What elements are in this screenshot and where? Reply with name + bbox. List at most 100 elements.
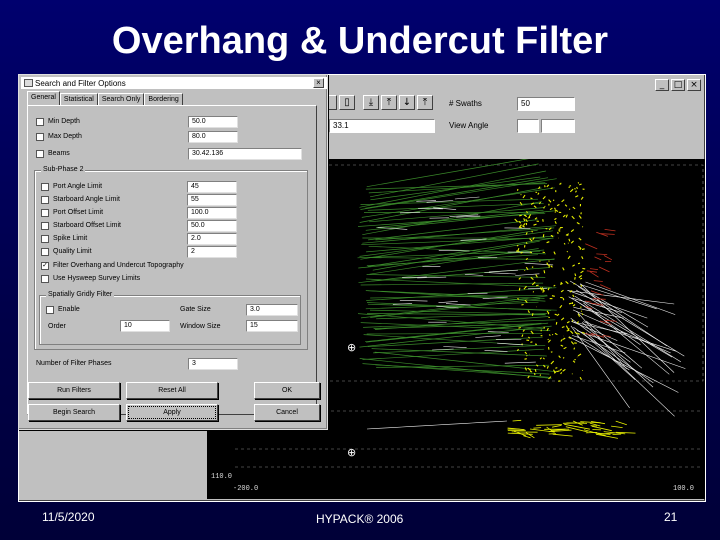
view-angle-label: View Angle xyxy=(449,121,489,130)
yellow-sounding-mark xyxy=(573,347,576,350)
overhang-undercut-checkbox[interactable]: ✓ xyxy=(41,262,49,270)
yellow-sounding-mark xyxy=(524,358,527,360)
outlier-sounding-line xyxy=(573,326,654,384)
port-angle-checkbox[interactable] xyxy=(41,183,49,191)
yellow-sounding-mark xyxy=(546,365,549,369)
yellow-sounding-mark xyxy=(580,284,583,287)
order-input[interactable]: 10 xyxy=(120,320,170,332)
spatially-filter-group: Spatially Gridly Filter Enable Gate Size… xyxy=(39,291,301,345)
yellow-sounding-mark xyxy=(581,331,585,334)
view-angle-input[interactable] xyxy=(517,119,539,133)
toolbar-button-b[interactable]: ▯ xyxy=(339,95,355,110)
yellow-sounding-mark xyxy=(553,251,556,255)
yellow-sounding-mark xyxy=(578,274,583,278)
minimize-button[interactable]: _ xyxy=(655,79,669,91)
arrow-down-icon[interactable]: ↓ xyxy=(399,95,415,110)
max-depth-input[interactable]: 80.0 xyxy=(188,131,238,143)
yellow-sounding-mark xyxy=(553,284,556,287)
yellow-sounding-mark xyxy=(531,313,534,317)
yellow-sounding-mark xyxy=(546,184,550,188)
profile-sounding-mark xyxy=(512,419,522,422)
profile-sounding-mark xyxy=(615,420,627,426)
window-size-input[interactable]: 15 xyxy=(246,320,298,332)
beams-checkbox[interactable] xyxy=(36,150,44,158)
ok-button[interactable]: OK xyxy=(254,382,320,399)
starboard-offset-checkbox[interactable] xyxy=(41,222,49,230)
red-sounding-line xyxy=(586,270,598,273)
beams-input[interactable]: 30.42.136 xyxy=(188,148,302,160)
hysweep-limits-checkbox[interactable] xyxy=(41,275,49,283)
general-tab-panel: Min Depth 50.0 Max Depth 80.0 Beams 30.4… xyxy=(27,105,320,421)
yellow-sounding-mark xyxy=(519,214,522,217)
yellow-sounding-mark xyxy=(555,367,558,369)
yellow-sounding-mark xyxy=(572,264,575,267)
dialog-close-button[interactable]: × xyxy=(313,78,324,88)
white-sounding-line xyxy=(454,196,480,200)
yellow-sounding-mark xyxy=(542,290,545,293)
view-angle-slider[interactable] xyxy=(541,119,575,133)
close-button[interactable]: × xyxy=(687,79,701,91)
maximize-button[interactable]: □ xyxy=(671,79,685,91)
yellow-sounding-mark xyxy=(571,215,575,220)
yellow-sounding-mark xyxy=(558,228,561,230)
yellow-sounding-mark xyxy=(551,295,555,297)
yellow-sounding-mark xyxy=(562,368,566,372)
spike-limit-checkbox[interactable] xyxy=(41,235,49,243)
port-offset-checkbox[interactable] xyxy=(41,209,49,217)
filter-phases-input[interactable]: 3 xyxy=(188,358,238,370)
yellow-sounding-mark xyxy=(556,204,560,207)
starboard-angle-input[interactable]: 55 xyxy=(187,194,237,206)
window-size-label: Window Size xyxy=(180,323,221,330)
max-depth-checkbox[interactable] xyxy=(36,133,44,141)
gate-size-input[interactable]: 3.0 xyxy=(246,304,298,316)
port-offset-input[interactable]: 100.0 xyxy=(187,207,237,219)
reset-all-button[interactable]: Reset All xyxy=(126,382,218,399)
yellow-sounding-mark xyxy=(539,374,542,376)
slide-title: Overhang & Undercut Filter xyxy=(111,20,609,62)
yellow-sounding-mark xyxy=(561,326,565,329)
dialog-titlebar[interactable]: Search and Filter Options × xyxy=(21,77,327,89)
slide-page-number: 21 xyxy=(664,510,678,524)
spatially-enable-checkbox[interactable] xyxy=(46,306,54,314)
sort-down-icon[interactable]: ⤓ xyxy=(363,95,379,110)
starboard-angle-label: Starboard Angle Limit xyxy=(53,196,120,203)
min-depth-input[interactable]: 50.0 xyxy=(188,116,238,128)
yellow-sounding-mark xyxy=(522,329,525,332)
yellow-sounding-mark xyxy=(530,202,535,205)
quality-limit-checkbox[interactable] xyxy=(41,248,49,256)
green-swath-line xyxy=(365,301,539,310)
outlier-sounding-line xyxy=(571,297,622,313)
green-swath-line xyxy=(373,344,546,354)
yellow-sounding-mark xyxy=(569,330,574,334)
spike-limit-input[interactable]: 2.0 xyxy=(187,233,237,245)
min-depth-label: Min Depth xyxy=(48,118,80,125)
overhang-undercut-label: Filter Overhang and Undercut Topography xyxy=(53,262,184,269)
yellow-sounding-mark xyxy=(563,346,567,350)
tab-general[interactable]: General xyxy=(27,91,60,106)
port-angle-input[interactable]: 45 xyxy=(187,181,237,193)
sort-up-alt-icon[interactable]: ⤒ xyxy=(417,95,433,110)
cancel-button[interactable]: Cancel xyxy=(254,404,320,421)
yellow-sounding-mark xyxy=(565,234,569,236)
starboard-offset-input[interactable]: 50.0 xyxy=(187,220,237,232)
starboard-angle-checkbox[interactable] xyxy=(41,196,49,204)
sort-up-icon[interactable]: ⤒ xyxy=(381,95,397,110)
yellow-sounding-mark xyxy=(543,270,546,274)
yellow-sounding-mark xyxy=(527,216,531,219)
red-sounding-line xyxy=(603,255,613,261)
app-icon xyxy=(24,79,33,87)
swaths-input[interactable]: 50 xyxy=(517,97,575,111)
profile-sounding-mark xyxy=(523,435,531,439)
quality-limit-input[interactable]: 2 xyxy=(187,246,237,258)
position-field[interactable]: 33.1 xyxy=(329,119,435,133)
min-depth-checkbox[interactable] xyxy=(36,118,44,126)
run-filters-button[interactable]: Run Filters xyxy=(28,382,120,399)
yellow-sounding-mark xyxy=(535,284,539,287)
yellow-sounding-mark xyxy=(547,339,551,343)
apply-button[interactable]: Apply xyxy=(126,404,218,421)
yellow-sounding-mark xyxy=(567,255,571,260)
profile-sounding-mark xyxy=(564,423,590,430)
begin-search-button[interactable]: Begin Search xyxy=(28,404,120,421)
yellow-sounding-mark xyxy=(579,277,583,280)
white-sounding-line xyxy=(475,335,501,338)
